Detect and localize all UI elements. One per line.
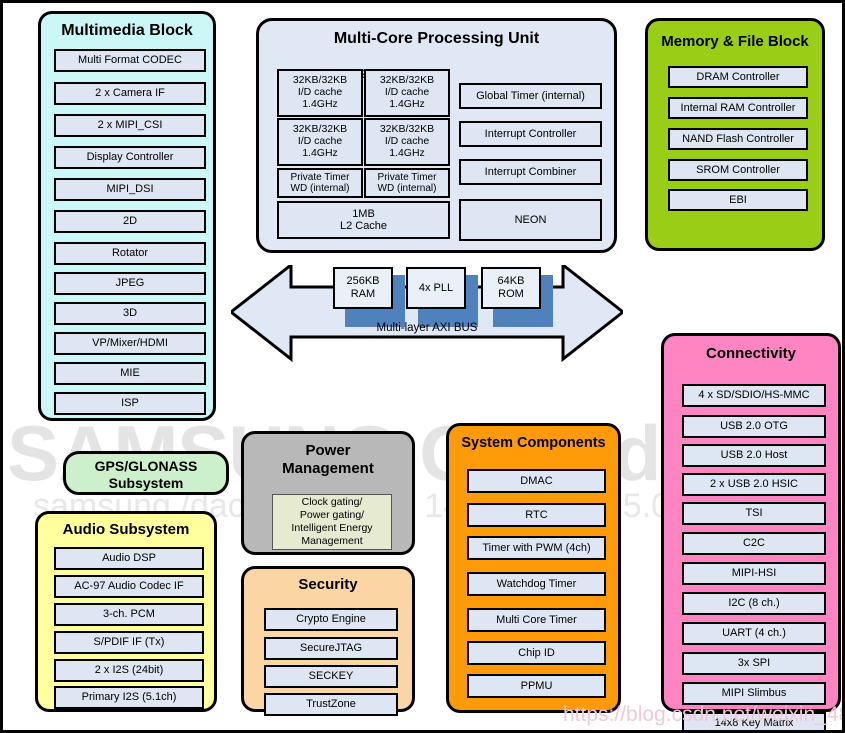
connectivity-item-tsi: TSI	[682, 502, 826, 525]
connectivity-item-mipi-slimbus: MIPI Slimbus	[682, 682, 826, 705]
soc-block-diagram: SAMSUNG Confidential samsung /dachaobang…	[0, 0, 845, 733]
multimedia-item-vp-mixer-hdmi: VP/Mixer/HDMI	[54, 332, 206, 355]
multimedia-item-2-x-mipi-csi: 2 x MIPI_CSI	[54, 114, 206, 137]
block-security: Security Crypto Engine SecureJTAG SECKEY Tr…	[241, 566, 415, 716]
block-title-audio: Audio Subsystem	[62, 521, 190, 538]
mcpu-neon: NEON	[459, 199, 602, 241]
security-item-crypto-engine: Crypto Engine	[264, 608, 398, 631]
multimedia-item-2-x-camera-if: 2 x Camera IF	[54, 82, 206, 105]
audio-item-primary-i2s-5-1ch: Primary I2S (5.1ch)	[54, 686, 204, 709]
block-multimedia: Multimedia Block Multi Format CODEC 2 x C…	[38, 11, 216, 421]
block-title-system-components: System Components	[461, 435, 606, 451]
block-power-management: Power Management Clock gating/Power gatin…	[241, 431, 415, 555]
mcpu-interrupt-combiner: Interrupt Combiner	[459, 159, 602, 185]
connectivity-item-usb-2-0-host: USB 2.0 Host	[682, 444, 826, 467]
security-item-seckey: SECKEY	[264, 665, 398, 688]
block-title-mcpu: Multi-Core Processing Unit	[333, 30, 540, 47]
block-title-memory: Memory & File Block	[661, 33, 809, 50]
security-item-securejtag: SecureJTAG	[264, 637, 398, 660]
system-component-timer-with-pwm-4ch: Timer with PWM (4ch)	[467, 536, 606, 560]
block-memory-and-file: Memory & File Block DRAM Controller Inter…	[645, 18, 825, 251]
mcpu-core-4: 32KB/32KB I/D cache 1.4GHz	[364, 118, 450, 166]
block-system-components: System Components DMAC RTC Timer with PWM …	[446, 423, 621, 713]
mcpu-core-3: 32KB/32KB I/D cache 1.4GHz	[277, 118, 363, 166]
memory-item-dram-controller: DRAM Controller	[668, 66, 808, 88]
block-connectivity: Connectivity 4 x SD/SDIO/HS-MMC USB 2.0 O…	[661, 333, 841, 730]
multimedia-item-display-controller: Display Controller	[54, 146, 206, 169]
connectivity-item-3x-spi: 3x SPI	[682, 652, 826, 675]
audio-item-ac-97-audio-codec-if: AC-97 Audio Codec IF	[54, 575, 204, 598]
connectivity-item-c2c: C2C	[682, 532, 826, 555]
audio-item-3-ch-pcm: 3-ch. PCM	[54, 603, 204, 626]
connectivity-item-usb-2-0-otg: USB 2.0 OTG	[682, 415, 826, 438]
memory-item-internal-ram-controller: Internal RAM Controller	[668, 97, 808, 119]
multimedia-item-multi-format-codec: Multi Format CODEC	[54, 49, 206, 72]
axi-box-4x-pll: 4x PLL	[406, 267, 466, 309]
axi-box-256kb-ram: 256KB RAM	[333, 267, 393, 309]
block-multi-core-processing-unit: Multi-Core Processing Unit Cortex-A9 Qua…	[256, 18, 617, 253]
system-component-rtc: RTC	[467, 503, 606, 527]
block-title-power: Power Management	[282, 442, 374, 477]
connectivity-item-4-x-sd-sdio-hs-mmc: 4 x SD/SDIO/HS-MMC	[682, 384, 826, 407]
audio-item-2-x-i2s-24bit: 2 x I2S (24bit)	[54, 659, 204, 682]
connectivity-item-i2c-8-ch: I2C (8 ch.)	[682, 592, 826, 615]
system-component-dmac: DMAC	[467, 469, 606, 493]
block-audio-subsystem: Audio Subsystem Audio DSP AC-97 Audio Cod…	[35, 511, 217, 712]
axi-bus-label: Multi-layer AXI BUS	[376, 322, 478, 334]
audio-item-s-pdif-if-tx: S/PDIF IF (Tx)	[54, 631, 204, 654]
multimedia-item-2d: 2D	[54, 210, 206, 233]
power-management-note: Clock gating/Power gating/Intelligent En…	[272, 494, 392, 550]
connectivity-item-mipi-hsi: MIPI-HSI	[682, 562, 826, 585]
system-component-chip-id: Chip ID	[467, 641, 606, 665]
security-item-trustzone: TrustZone	[264, 693, 398, 716]
connectivity-item-14x8-key-matrix: 14x8 Key Matrix	[682, 712, 826, 730]
multimedia-item-mipi-dsi: MIPI_DSI	[54, 178, 206, 201]
block-title-multimedia: Multimedia Block	[61, 22, 193, 39]
multi-layer-axi-bus: Multi-layer AXI BUS 256KB RAM 4x PLL 64KB RO…	[231, 265, 623, 365]
multimedia-item-mie: MIE	[54, 362, 206, 385]
system-component-multi-core-timer: Multi Core Timer	[467, 608, 606, 632]
mcpu-private-timer-2: Private Timer WD (internal)	[364, 168, 450, 198]
mcpu-interrupt-controller: Interrupt Controller	[459, 121, 602, 147]
connectivity-item-2-x-usb-2-0-hsic: 2 x USB 2.0 HSIC	[682, 473, 826, 496]
block-title-security: Security	[298, 576, 358, 593]
mcpu-core-1: 32KB/32KB I/D cache 1.4GHz	[277, 69, 363, 117]
system-component-watchdog-timer: Watchdog Timer	[467, 572, 606, 596]
block-title-connectivity: Connectivity	[705, 345, 796, 362]
multimedia-item-rotator: Rotator	[54, 242, 206, 265]
memory-item-nand-flash-controller: NAND Flash Controller	[668, 128, 808, 150]
memory-item-srom-controller: SROM Controller	[668, 159, 808, 181]
audio-item-audio-dsp: Audio DSP	[54, 547, 204, 570]
multimedia-item-isp: ISP	[54, 392, 206, 415]
axi-box-64kb-rom: 64KB ROM	[481, 267, 541, 309]
mcpu-core-2: 32KB/32KB I/D cache 1.4GHz	[364, 69, 450, 117]
mcpu-global-timer-internal: Global Timer (internal)	[459, 83, 602, 109]
connectivity-item-uart-4-ch: UART (4 ch.)	[682, 622, 826, 645]
system-component-ppmu: PPMU	[467, 674, 606, 698]
multimedia-item-jpeg: JPEG	[54, 272, 206, 295]
block-title-gps: GPS/GLONASS Subsystem	[94, 458, 198, 491]
memory-item-ebi: EBI	[668, 189, 808, 211]
multimedia-item-3d: 3D	[54, 302, 206, 325]
block-gps-glonass-subsystem: GPS/GLONASS Subsystem	[63, 451, 229, 495]
mcpu-private-timer-1: Private Timer WD (internal)	[277, 168, 363, 198]
mcpu-l2-cache: 1MB L2 Cache	[277, 201, 450, 239]
